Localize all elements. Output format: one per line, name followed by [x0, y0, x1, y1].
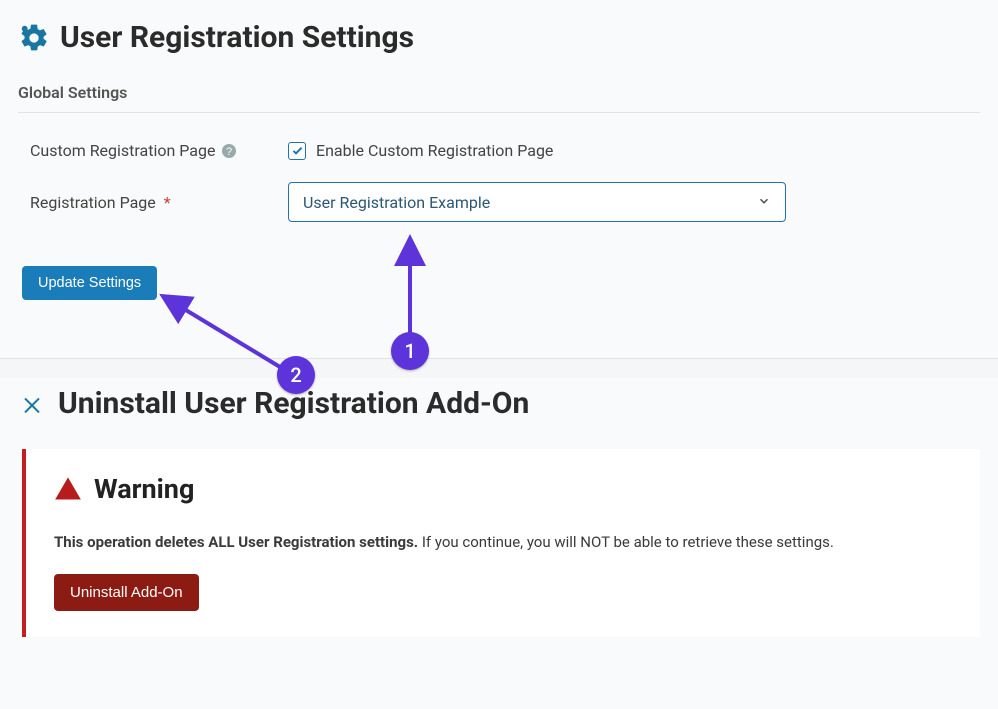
checkbox-label: Enable Custom Registration Page: [316, 141, 553, 160]
warning-text-rest: If you continue, you will NOT be able to…: [418, 533, 834, 551]
select-value: User Registration Example: [303, 193, 490, 212]
label-text: Custom Registration Page: [30, 141, 215, 160]
gears-icon: [18, 22, 50, 54]
registration-page-row: Registration Page * User Registration Ex…: [18, 182, 980, 222]
uninstall-title-row: Uninstall User Registration Add-On: [18, 386, 980, 421]
warning-text-bold: This operation deletes ALL User Registra…: [54, 533, 418, 551]
svg-text:?: ?: [226, 146, 232, 158]
custom-registration-page-row: Custom Registration Page ? Enable Custom…: [18, 141, 980, 160]
warning-box: Warning This operation deletes ALL User …: [22, 449, 980, 637]
warning-heading: Warning: [94, 473, 194, 505]
uninstall-addon-button[interactable]: Uninstall Add-On: [54, 574, 199, 611]
page-title: User Registration Settings: [60, 20, 414, 55]
custom-registration-page-label: Custom Registration Page ?: [30, 141, 288, 160]
registration-page-select[interactable]: User Registration Example: [288, 182, 786, 222]
global-settings-header: Global Settings: [18, 83, 980, 113]
close-icon: [18, 390, 46, 418]
warning-text: This operation deletes ALL User Registra…: [54, 531, 952, 554]
update-settings-button[interactable]: Update Settings: [22, 266, 157, 300]
checkbox-icon: [288, 142, 306, 160]
page-title-row: User Registration Settings: [18, 20, 980, 55]
help-icon[interactable]: ?: [221, 143, 237, 159]
chevron-down-icon: [757, 193, 771, 212]
warning-heading-row: Warning: [54, 473, 952, 505]
registration-page-label: Registration Page *: [30, 193, 288, 212]
required-marker: *: [164, 193, 171, 212]
enable-custom-registration-checkbox[interactable]: Enable Custom Registration Page: [288, 141, 553, 160]
warning-triangle-icon: [54, 475, 82, 503]
label-text: Registration Page: [30, 193, 156, 212]
section-divider: [0, 358, 998, 378]
uninstall-title: Uninstall User Registration Add-On: [58, 386, 529, 421]
